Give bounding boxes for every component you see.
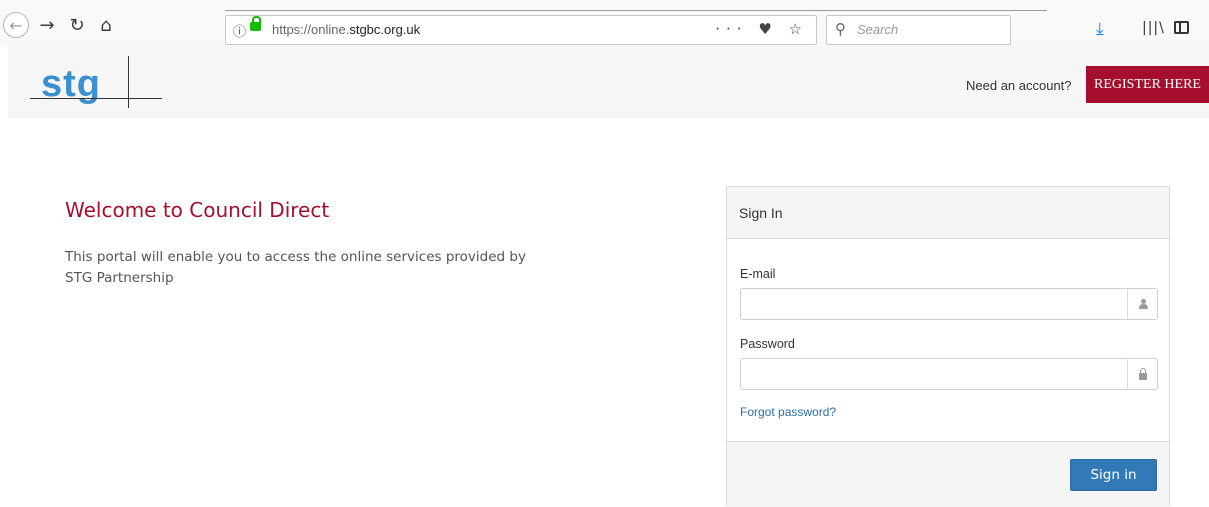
download-icon[interactable]: ⤓ (1096, 19, 1104, 39)
signin-panel-footer: Sign in (727, 441, 1169, 507)
toolbar-divider (225, 10, 1047, 11)
page-title: Welcome to Council Direct (65, 198, 330, 222)
lock-icon[interactable] (250, 16, 261, 31)
reload-icon[interactable]: ↻ (66, 14, 88, 36)
password-field[interactable] (741, 359, 1126, 389)
logo-horizontal-line (30, 98, 162, 99)
signin-panel: Sign In E-mail Password Forgot password?… (726, 186, 1170, 507)
library-icon[interactable]: |||\ (1142, 20, 1165, 36)
page-actions-icon[interactable]: ··· ♥ ☆ (715, 20, 808, 38)
home-icon[interactable]: ⌂ (95, 14, 117, 36)
user-icon (1127, 289, 1157, 319)
search-bar[interactable]: ⚲ Search (826, 15, 1011, 45)
url-bar[interactable]: ⓘ https://online.stgbc.org.uk ··· ♥ ☆ (225, 15, 817, 45)
email-label: E-mail (740, 267, 776, 281)
logo-vertical-line (128, 56, 129, 108)
browser-toolbar: ← → ↻ ⌂ ⓘ https://online.stgbc.org.uk ··… (0, 0, 1209, 46)
url-domain: stgbc.org.uk (349, 22, 421, 37)
sidebar-icon[interactable] (1174, 21, 1189, 34)
forward-arrow-icon[interactable]: → (36, 14, 58, 36)
email-field[interactable] (741, 289, 1126, 319)
page-description: This portal will enable you to access th… (65, 249, 526, 286)
site-header: stg Need an account? REGISTER HERE (8, 46, 1209, 118)
search-placeholder: Search (857, 22, 899, 37)
back-arrow-icon[interactable]: ← (3, 12, 29, 38)
email-field-wrapper (740, 288, 1158, 320)
url-text[interactable]: https://online.stgbc.org.uk (272, 22, 420, 37)
register-button[interactable]: REGISTER HERE (1086, 66, 1209, 103)
forgot-password-link[interactable]: Forgot password? (740, 405, 836, 419)
need-account-text: Need an account? (966, 78, 1072, 93)
password-field-wrapper (740, 358, 1158, 390)
info-icon[interactable]: ⓘ (233, 21, 246, 40)
search-icon: ⚲ (835, 20, 846, 38)
stg-logo[interactable]: stg (30, 56, 170, 110)
url-prefix: https://online. (272, 22, 350, 37)
lock-icon (1127, 359, 1157, 389)
password-label: Password (740, 337, 795, 351)
sign-in-button[interactable]: Sign in (1070, 459, 1157, 491)
signin-panel-header: Sign In (727, 187, 1169, 239)
signin-title: Sign In (739, 205, 783, 221)
